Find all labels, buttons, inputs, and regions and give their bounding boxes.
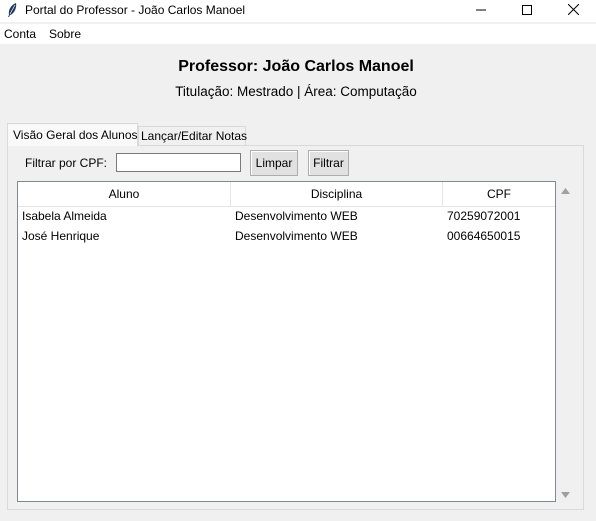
- menu-conta[interactable]: Conta: [4, 27, 36, 41]
- minimize-icon: [476, 2, 486, 20]
- close-button[interactable]: [550, 0, 596, 22]
- feather-icon: [5, 2, 19, 18]
- students-table[interactable]: Aluno Disciplina CPF Isabela Almeida Des…: [17, 181, 556, 502]
- professor-name: Professor: João Carlos Manoel: [178, 58, 414, 75]
- professor-details: Titulação: Mestrado | Área: Computação: [175, 84, 417, 99]
- filter-cpf-label: Filtrar por CPF:: [25, 156, 108, 170]
- maximize-icon: [522, 2, 532, 20]
- cell-aluno: José Henrique: [22, 229, 100, 243]
- table-row[interactable]: Isabela Almeida Desenvolvimento WEB 7025…: [18, 206, 555, 226]
- window-title: Portal do Professor - João Carlos Manoel: [25, 3, 246, 17]
- cell-disciplina: Desenvolvimento WEB: [235, 209, 358, 223]
- cell-cpf: 70259072001: [447, 209, 521, 223]
- scroll-down-button[interactable]: [557, 485, 574, 502]
- tab-lancar-notas[interactable]: Lançar/Editar Notas: [138, 126, 247, 145]
- vertical-scrollbar[interactable]: [557, 181, 574, 502]
- maximize-button[interactable]: [504, 0, 550, 22]
- arrow-up-icon: [561, 181, 570, 199]
- column-header-disciplina[interactable]: Disciplina: [231, 182, 443, 206]
- filter-button[interactable]: Filtrar: [308, 150, 349, 176]
- app-window: Portal do Professor - João Carlos Manoel…: [0, 0, 596, 521]
- arrow-down-icon: [561, 485, 570, 503]
- cell-disciplina: Desenvolvimento WEB: [235, 229, 358, 243]
- table-header: Aluno Disciplina CPF: [18, 182, 555, 207]
- title-bar[interactable]: Portal do Professor - João Carlos Manoel: [0, 0, 596, 22]
- column-header-cpf[interactable]: CPF: [443, 182, 555, 206]
- cell-cpf: 00664650015: [447, 229, 521, 243]
- table-row[interactable]: José Henrique Desenvolvimento WEB 006646…: [18, 226, 555, 246]
- cell-aluno: Isabela Almeida: [22, 209, 107, 223]
- cpf-filter-input[interactable]: [116, 153, 241, 172]
- clear-button[interactable]: Limpar: [250, 150, 298, 176]
- close-icon: [567, 2, 579, 20]
- scroll-up-button[interactable]: [557, 181, 574, 198]
- tab-visao-geral[interactable]: Visão Geral dos Alunos: [7, 123, 138, 146]
- menu-sobre[interactable]: Sobre: [49, 27, 81, 41]
- menu-bar: Conta Sobre: [0, 24, 596, 44]
- minimize-button[interactable]: [458, 0, 504, 22]
- column-header-aluno[interactable]: Aluno: [18, 182, 231, 206]
